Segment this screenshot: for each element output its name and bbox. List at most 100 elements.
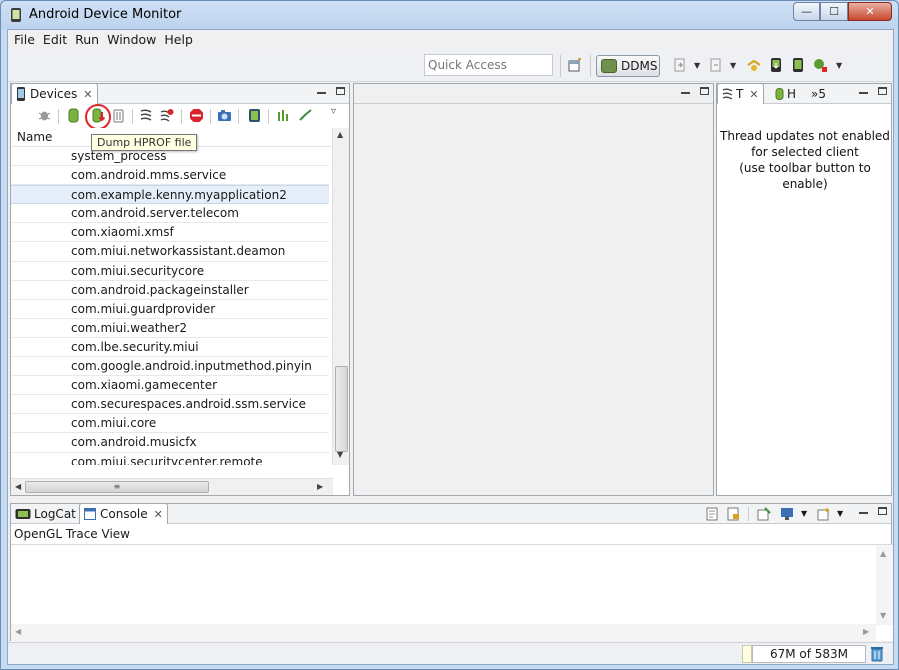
toolbar-separator	[58, 109, 59, 124]
start-method-profiling-icon[interactable]	[159, 108, 174, 123]
menu-window[interactable]: Window	[107, 32, 162, 47]
vertical-scrollbar[interactable]: ▲ ▼	[876, 545, 893, 625]
device-screenshot-icon[interactable]	[790, 57, 806, 73]
clear-console-icon[interactable]	[706, 507, 720, 521]
scroll-left-icon[interactable]: ◀	[15, 627, 21, 636]
minimize-icon[interactable]	[681, 92, 690, 94]
maximize-icon[interactable]	[878, 87, 887, 95]
scroll-up-icon[interactable]: ▲	[337, 130, 343, 139]
maximize-icon[interactable]	[336, 87, 345, 95]
maximize-window-button[interactable]: ☐	[820, 2, 848, 21]
horizontal-scrollbar[interactable]: ◀ ▶	[11, 624, 876, 641]
process-list: system_process com.android.mms.service com…	[11, 147, 329, 465]
process-row[interactable]: com.android.musicfx	[11, 433, 329, 453]
camera-icon[interactable]	[217, 108, 232, 123]
heap-icon	[775, 88, 784, 100]
panel-min-max	[859, 507, 887, 515]
quick-access-input[interactable]	[424, 54, 553, 76]
tab-logcat[interactable]: LogCat	[11, 504, 80, 524]
export-icon[interactable]	[708, 57, 724, 73]
open-perspective-icon[interactable]	[568, 58, 582, 72]
dump-view-hierarchy-icon[interactable]	[746, 57, 762, 73]
scroll-down-icon[interactable]: ▼	[337, 450, 343, 459]
menu-file[interactable]: File	[14, 32, 41, 47]
stop-process-icon[interactable]	[189, 108, 204, 123]
chevron-down-icon[interactable]: ▼	[836, 61, 842, 70]
display-console-icon[interactable]	[780, 507, 794, 521]
devices-toolbar: ▿	[11, 104, 349, 130]
minimize-window-button[interactable]: —	[793, 2, 820, 21]
update-threads-icon[interactable]	[139, 108, 154, 123]
tab-logcat-label: LogCat	[34, 507, 76, 521]
tab-threads[interactable]: T ✕	[717, 83, 764, 104]
horizontal-scrollbar[interactable]: ◀ ≡ ▶	[11, 478, 333, 495]
scroll-lock-icon[interactable]	[727, 507, 741, 521]
pixel-perfect-icon[interactable]	[812, 57, 828, 73]
maximize-icon[interactable]	[700, 87, 709, 95]
tab-overflow[interactable]: »5	[807, 84, 830, 104]
process-row[interactable]: com.miui.securitycenter.remote	[11, 453, 329, 466]
chevron-down-icon[interactable]: ▼	[730, 61, 736, 70]
tab-console[interactable]: Console ✕	[79, 503, 168, 524]
threads-panel: T ✕ H »5 Thread updates not enabled for …	[716, 83, 892, 496]
thread-message-line: Thread updates not enabled	[720, 129, 890, 143]
view-menu-icon[interactable]: ▿	[331, 106, 336, 117]
scroll-left-icon[interactable]: ◀	[15, 482, 21, 491]
process-row[interactable]: com.miui.securitycore	[11, 262, 329, 281]
chevron-down-icon[interactable]: ▼	[837, 509, 843, 518]
title-bar[interactable]: Android Device Monitor — ☐ ✕	[1, 1, 898, 29]
menu-run[interactable]: Run	[75, 32, 105, 47]
process-row[interactable]: com.miui.core	[11, 414, 329, 434]
debug-process-icon[interactable]	[37, 108, 52, 123]
pin-console-icon[interactable]	[757, 507, 771, 521]
close-icon[interactable]: ✕	[154, 508, 163, 521]
chevron-down-icon[interactable]: ▼	[694, 61, 700, 70]
process-row[interactable]: com.xiaomi.xmsf	[11, 223, 329, 243]
process-row[interactable]: com.securespaces.android.ssm.service	[11, 395, 329, 415]
ddms-perspective-button[interactable]: DDMS	[596, 55, 660, 77]
process-row[interactable]: com.miui.weather2	[11, 319, 329, 338]
tab-devices[interactable]: Devices ✕	[11, 83, 98, 104]
run-gc-trash-icon[interactable]	[870, 646, 884, 662]
minimize-icon[interactable]	[859, 512, 868, 514]
vertical-scrollbar[interactable]: ▲ ▼	[332, 128, 349, 465]
process-row[interactable]: com.android.packageinstaller	[11, 281, 329, 300]
console-panel: LogCat Console ✕ ▼ ▼ OpenGL Trace View ▲…	[10, 503, 893, 641]
minimize-icon[interactable]	[859, 92, 868, 94]
console-output[interactable]: ▲ ▼ ◀ ▶	[11, 544, 893, 641]
menu-help[interactable]: Help	[164, 32, 199, 47]
scroll-right-icon[interactable]: ▶	[863, 627, 869, 636]
systrace-icon[interactable]	[247, 108, 262, 123]
logcat-icon	[15, 509, 31, 519]
import-icon[interactable]	[672, 57, 688, 73]
scroll-up-icon[interactable]: ▲	[880, 549, 886, 558]
process-row[interactable]: com.google.android.inputmethod.pinyin	[11, 357, 329, 377]
scroll-down-icon[interactable]: ▼	[880, 611, 886, 620]
update-heap-icon[interactable]	[66, 108, 81, 123]
chevron-down-icon[interactable]: ▼	[801, 509, 807, 518]
scroll-thumb[interactable]: ≡	[25, 481, 209, 493]
process-row[interactable]: com.miui.networkassistant.deamon	[11, 242, 329, 262]
maximize-icon[interactable]	[878, 507, 887, 515]
opengl-trace-icon[interactable]	[276, 108, 291, 123]
process-row[interactable]: com.android.mms.service	[11, 166, 329, 186]
process-row[interactable]: com.android.server.telecom	[11, 204, 329, 224]
thread-message-line: (use toolbar button to enable)	[739, 161, 871, 191]
tab-heap[interactable]: H	[771, 84, 800, 104]
check-icon[interactable]	[298, 108, 313, 123]
cause-gc-icon[interactable]	[111, 108, 126, 123]
process-row[interactable]: com.example.kenny.myapplication2	[11, 185, 329, 205]
process-row[interactable]: com.miui.guardprovider	[11, 300, 329, 319]
close-icon[interactable]: ✕	[83, 88, 92, 101]
minimize-icon[interactable]	[317, 92, 326, 94]
process-row[interactable]: com.xiaomi.gamecenter	[11, 376, 329, 396]
tooltip: Dump HPROF file	[91, 134, 198, 151]
screen-capture-icon[interactable]	[768, 57, 784, 73]
menu-edit[interactable]: Edit	[43, 32, 73, 47]
scroll-thumb[interactable]	[335, 366, 348, 452]
close-icon[interactable]: ✕	[749, 88, 758, 101]
open-console-icon[interactable]	[817, 507, 831, 521]
process-row[interactable]: com.lbe.security.miui	[11, 338, 329, 358]
scroll-right-icon[interactable]: ▶	[317, 482, 323, 491]
close-window-button[interactable]: ✕	[848, 2, 892, 21]
